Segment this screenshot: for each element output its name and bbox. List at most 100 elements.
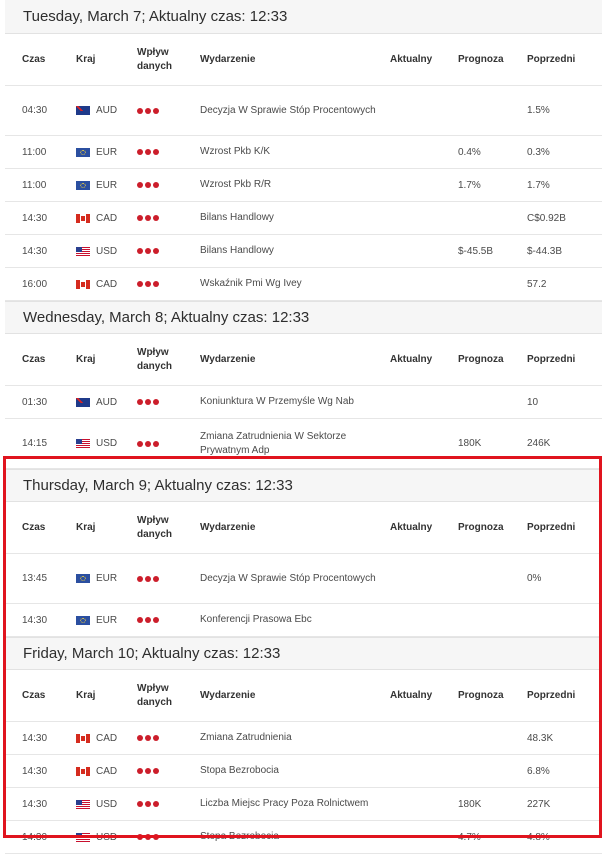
event-name: Decyzja W Sprawie Stóp Procentowych	[200, 86, 380, 135]
event-name-text: Decyzja W Sprawie Stóp Procentowych	[200, 104, 376, 116]
column-headers: Czas Kraj Wpływ danych Wydarzenie Aktualn…	[5, 670, 602, 722]
event-previous: 6.8%	[527, 765, 550, 777]
event-name: Stopa Bezrobocia	[200, 821, 380, 853]
eu-flag-icon	[76, 615, 90, 625]
impact-dot-icon	[137, 182, 143, 188]
event-name-text: Wzrost Pkb K/K	[200, 146, 271, 157]
col-previous: Poprzedni	[527, 54, 576, 65]
event-name: Wskaźnik Pmi Wg Ivey	[200, 268, 380, 300]
country-code: AUD	[96, 396, 118, 408]
event-row[interactable]: 14:30 USD Liczba Miejsc Pracy Poza Rolni…	[5, 788, 602, 821]
event-country: CAD	[76, 755, 117, 787]
impact-dot-icon	[153, 107, 159, 114]
event-time: 01:30	[22, 396, 48, 408]
event-row[interactable]: 14:15 USD Zmiana Zatrudnienia W Sektorze…	[5, 419, 602, 469]
ca-flag-icon	[76, 766, 90, 776]
col-actual: Aktualny	[390, 690, 433, 701]
us-flag-icon	[76, 439, 90, 448]
impact-dot-icon	[145, 440, 151, 447]
country-code: CAD	[96, 732, 118, 744]
country-code: EUR	[96, 179, 118, 191]
col-impact-line2: danych	[137, 360, 173, 372]
day-header: Friday, March 10; Aktualny czas: 12:33	[5, 637, 602, 670]
col-impact-line1: Wpływ	[137, 514, 169, 526]
event-time: 11:00	[22, 179, 47, 191]
event-row[interactable]: 11:00 EUR Wzrost Pkb R/R 1.7% 1.7%	[5, 169, 602, 202]
event-row[interactable]: 14:30 USD Bilans Handlowy $-45.5B $-44.3…	[5, 235, 602, 268]
col-forecast: Prognoza	[458, 54, 504, 65]
impact-dot-icon	[153, 399, 159, 405]
country-code: CAD	[96, 278, 118, 290]
col-time: Czas	[22, 690, 46, 701]
event-country: USD	[76, 788, 117, 820]
impact-dot-icon	[145, 617, 151, 623]
col-event: Wydarzenie	[200, 353, 256, 365]
event-name-text: Stopa Bezrobocia	[200, 765, 279, 776]
event-previous: 246K	[527, 438, 551, 449]
impact-rating	[137, 755, 159, 787]
impact-dot-icon	[137, 735, 143, 741]
impact-dot-icon	[145, 281, 151, 287]
event-name-text: Wzrost Pkb R/R	[200, 179, 272, 190]
event-row[interactable]: 01:30 AUD Koniunktura W Przemyśle Wg Nab…	[5, 386, 602, 419]
col-time: Czas	[22, 54, 46, 65]
impact-rating	[137, 554, 159, 603]
col-impact: Wpływ danych	[137, 502, 172, 553]
event-forecast: 180K	[458, 798, 482, 810]
au-flag-icon	[76, 106, 90, 115]
event-row[interactable]: 14:30 CAD Stopa Bezrobocia 6.8%	[5, 755, 602, 788]
country-code: USD	[96, 245, 118, 257]
event-name-text: Decyzja W Sprawie Stóp Procentowych	[200, 572, 376, 584]
event-previous: $-44.3B	[527, 245, 563, 257]
impact-dot-icon	[153, 248, 159, 254]
event-row[interactable]: 11:00 EUR Wzrost Pkb K/K 0.4% 0.3%	[5, 136, 602, 169]
column-headers: Czas Kraj Wpływ danych Wydarzenie Aktualn…	[5, 334, 602, 386]
col-time: Czas	[22, 522, 46, 533]
impact-dot-icon	[153, 575, 159, 582]
col-country: Kraj	[76, 54, 96, 65]
event-row[interactable]: 04:30 AUD Decyzja W Sprawie Stóp Procent…	[5, 86, 602, 136]
event-country: CAD	[76, 202, 117, 234]
event-country: EUR	[76, 169, 117, 201]
eu-flag-icon	[76, 180, 90, 190]
event-forecast: 1.7%	[458, 179, 481, 191]
eu-flag-icon	[76, 147, 90, 157]
event-row[interactable]: 14:30 CAD Zmiana Zatrudnienia 48.3K	[5, 722, 602, 755]
event-name-text: Bilans Handlowy	[200, 245, 274, 256]
ca-flag-icon	[76, 733, 90, 743]
col-impact: Wpływ danych	[137, 334, 172, 385]
event-row[interactable]: 13:45 EUR Decyzja W Sprawie Stóp Procent…	[5, 554, 602, 604]
event-previous: 0.3%	[527, 146, 550, 158]
col-impact-line1: Wpływ	[137, 682, 169, 694]
impact-dot-icon	[153, 440, 159, 447]
au-flag-icon	[76, 397, 90, 407]
impact-rating	[137, 86, 159, 135]
event-time: 14:30	[22, 212, 48, 224]
event-name-text: Wskaźnik Pmi Wg Ivey	[200, 278, 302, 289]
us-flag-icon	[76, 799, 90, 809]
impact-rating	[137, 722, 159, 754]
event-row[interactable]: 14:30 EUR Konferencji Prasowa Ebc	[5, 604, 602, 637]
impact-dot-icon	[145, 768, 151, 774]
country-code: USD	[96, 438, 118, 449]
event-row[interactable]: 14:30 USD Stopa Bezrobocia 4.7% 4.8%	[5, 821, 602, 854]
event-name: Wzrost Pkb K/K	[200, 136, 380, 168]
event-name: Wzrost Pkb R/R	[200, 169, 380, 201]
event-time: 14:30	[22, 798, 48, 810]
impact-rating	[137, 821, 159, 853]
col-previous: Poprzedni	[527, 354, 576, 365]
impact-rating	[137, 604, 159, 636]
event-country: EUR	[76, 554, 117, 603]
impact-dot-icon	[145, 149, 151, 155]
event-name: Stopa Bezrobocia	[200, 755, 380, 787]
col-actual: Aktualny	[390, 522, 433, 533]
event-name-text: Liczba Miejsc Pracy Poza Rolnictwem	[200, 798, 369, 809]
col-previous: Poprzedni	[527, 522, 576, 533]
event-row[interactable]: 16:00 CAD Wskaźnik Pmi Wg Ivey 57.2	[5, 268, 602, 301]
event-row[interactable]: 14:30 CAD Bilans Handlowy C$0.92B	[5, 202, 602, 235]
impact-dot-icon	[145, 801, 151, 807]
impact-dot-icon	[137, 107, 143, 114]
col-impact: Wpływ danych	[137, 670, 172, 721]
event-country: USD	[76, 821, 117, 853]
col-forecast: Prognoza	[458, 690, 504, 701]
